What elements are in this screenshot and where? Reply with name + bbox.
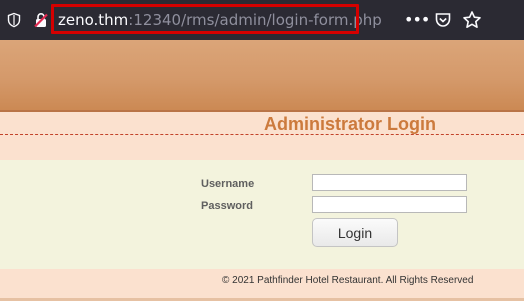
- copyright-text: © 2021 Pathfinder Hotel Restaurant. All …: [222, 275, 474, 286]
- more-icon[interactable]: •••: [404, 10, 430, 30]
- browser-toolbar: zeno.thm:12340/rms/admin/login-form.php …: [0, 0, 524, 40]
- title-band: [0, 112, 524, 160]
- header-banner: [0, 40, 524, 112]
- username-label: Username: [201, 178, 255, 190]
- password-input[interactable]: [312, 196, 467, 213]
- login-button[interactable]: Login: [312, 218, 398, 247]
- url-highlight-box: [51, 4, 359, 34]
- bookmark-star-icon[interactable]: [462, 10, 482, 30]
- pocket-icon[interactable]: [434, 11, 452, 29]
- insecure-lock-icon[interactable]: [33, 12, 49, 28]
- shield-icon[interactable]: [6, 12, 22, 28]
- page-title: Administrator Login: [264, 114, 436, 134]
- dashed-divider: [0, 134, 524, 135]
- username-input[interactable]: [312, 174, 467, 191]
- password-label: Password: [201, 200, 253, 212]
